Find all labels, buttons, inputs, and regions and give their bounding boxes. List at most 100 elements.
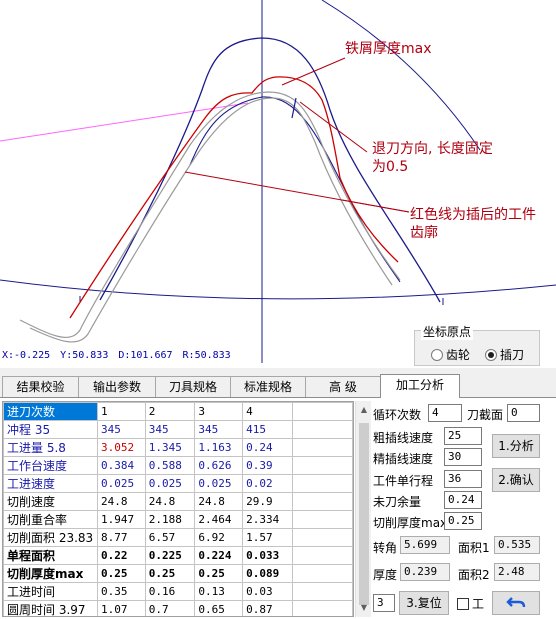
row-header[interactable]: 圆周时间 3.97 [3, 600, 98, 616]
table-row[interactable]: 工作台速度 0.384 0.588 0.626 0.39 [3, 456, 353, 475]
table-cell[interactable]: 0.25 [144, 564, 196, 583]
row-header[interactable]: 工进量 5.8 [3, 438, 98, 457]
table-cell[interactable]: 0.224 [194, 546, 244, 565]
table-cell[interactable]: 0.22 [96, 546, 146, 565]
table-cell[interactable]: 0.02 [242, 474, 293, 493]
table-cell[interactable]: 0.25 [194, 564, 244, 583]
rough-speed-field[interactable]: 25 [444, 427, 482, 445]
table-cell-empty[interactable] [291, 438, 353, 457]
table-cell-empty[interactable] [291, 582, 353, 601]
confirm-button[interactable]: 2.确认 [492, 468, 540, 492]
table-cell-empty[interactable] [291, 528, 353, 547]
table-row[interactable]: 冲程 35 345 345 345 415 [3, 420, 353, 439]
table-cell[interactable]: 3.052 [96, 438, 146, 457]
table-cell[interactable]: 345 [194, 420, 244, 439]
table-cell[interactable]: 8.77 [96, 528, 146, 547]
gong-checkbox[interactable]: 工 [457, 595, 484, 612]
scroll-thumb[interactable] [359, 423, 369, 605]
table-cell[interactable]: 0.35 [96, 582, 146, 601]
radio-gear-dot[interactable] [431, 348, 443, 361]
table-cell[interactable]: 1.07 [96, 600, 146, 616]
cycle-count-field[interactable]: 4 [428, 404, 462, 422]
table-cell-empty[interactable] [291, 564, 353, 583]
table-cell[interactable]: 345 [144, 420, 196, 439]
table-cell[interactable]: 0.7 [144, 600, 196, 616]
table-cell[interactable]: 0.089 [242, 564, 293, 583]
table-cell[interactable]: 1.57 [242, 528, 293, 547]
table-row[interactable]: 切削厚度max 0.25 0.25 0.25 0.089 [3, 564, 353, 583]
table-cell[interactable]: 29.9 [242, 492, 293, 511]
table-row[interactable]: 工进量 5.8 3.052 1.345 1.163 0.24 [3, 438, 353, 457]
table-row[interactable]: 工进时间 0.35 0.16 0.13 0.03 [3, 582, 353, 601]
reset-count-field[interactable]: 3 [373, 594, 395, 612]
table-cell[interactable]: 415 [242, 420, 293, 439]
table-cell-empty[interactable] [291, 510, 353, 529]
table-cell[interactable]: 2.188 [144, 510, 196, 529]
table-cell[interactable]: 6.57 [144, 528, 196, 547]
table-cell[interactable]: 0.65 [194, 600, 244, 616]
table-cell-empty[interactable] [291, 492, 353, 511]
table-cell[interactable]: 0.225 [144, 546, 196, 565]
table-cell[interactable]: 0.025 [194, 474, 244, 493]
scroll-up-icon[interactable]: ▲ [357, 403, 371, 417]
table-row[interactable]: 圆周时间 3.97 1.07 0.7 0.65 0.87 [3, 600, 353, 616]
row-header[interactable]: 切削重合率 [3, 510, 98, 529]
table-row[interactable]: 切削重合率 1.947 2.188 2.464 2.334 [3, 510, 353, 529]
table-cell-empty[interactable] [291, 456, 353, 475]
row-header[interactable]: 单程面积 [3, 546, 98, 565]
table-cell[interactable]: 0.24 [242, 438, 293, 457]
row-header[interactable]: 切削面积 23.83 [3, 528, 98, 547]
tab-output-params[interactable]: 输出参数 [78, 376, 156, 397]
table-row[interactable]: 切削速度 24.8 24.8 24.8 29.9 [3, 492, 353, 511]
reset-button[interactable]: 3.复位 [399, 591, 449, 615]
table-row[interactable]: 单程面积 0.22 0.225 0.224 0.033 [3, 546, 353, 565]
tab-standard-spec[interactable]: 标准规格 [230, 376, 306, 397]
table-cell[interactable]: 0.13 [194, 582, 244, 601]
cutter-section-field[interactable]: 0 [507, 404, 540, 422]
row-header[interactable]: 工进速度 [3, 474, 98, 493]
scroll-down-icon[interactable]: ▼ [357, 601, 371, 615]
table-cell[interactable]: 1 [96, 402, 146, 421]
remaining-allowance-field[interactable]: 0.24 [444, 491, 482, 509]
table-cell[interactable]: 1.345 [144, 438, 196, 457]
grid-vertical-scrollbar[interactable]: ▲ ▼ [355, 401, 371, 617]
tab-advanced[interactable]: 高 级 [305, 376, 381, 397]
table-cell[interactable]: 0.39 [242, 456, 293, 475]
row-header[interactable]: 切削速度 [3, 492, 98, 511]
table-cell-empty[interactable] [291, 402, 353, 421]
fine-speed-field[interactable]: 30 [444, 448, 482, 466]
row-header[interactable]: 冲程 35 [3, 420, 98, 439]
table-cell[interactable]: 0.033 [242, 546, 293, 565]
profile-canvas[interactable]: 铁屑厚度max 退刀方向, 长度固定 为0.5 红色线为插后的工件 齿廓 X:-… [0, 0, 556, 368]
max-thickness-field[interactable]: 0.25 [444, 512, 482, 530]
table-cell[interactable]: 0.87 [242, 600, 293, 616]
table-cell[interactable]: 345 [96, 420, 146, 439]
table-cell[interactable]: 0.588 [144, 456, 196, 475]
table-cell[interactable]: 2.334 [242, 510, 293, 529]
tab-machining-analysis[interactable]: 加工分析 [380, 374, 460, 398]
table-cell[interactable]: 1.947 [96, 510, 146, 529]
table-cell-empty[interactable] [291, 474, 353, 493]
radio-gear[interactable]: 齿轮 [431, 346, 470, 363]
table-cell[interactable]: 24.8 [144, 492, 196, 511]
table-cell[interactable]: 0.025 [144, 474, 196, 493]
table-cell-empty[interactable] [291, 420, 353, 439]
row-header[interactable]: 工进时间 [3, 582, 98, 601]
table-cell-empty[interactable] [291, 546, 353, 565]
gong-checkbox-box[interactable] [457, 597, 469, 610]
radio-cutter-dot[interactable] [485, 348, 497, 361]
table-row[interactable]: 工进速度 0.025 0.025 0.025 0.02 [3, 474, 353, 493]
table-cell[interactable]: 0.025 [96, 474, 146, 493]
table-cell[interactable]: 2 [144, 402, 196, 421]
table-row[interactable]: 切削面积 23.83 8.77 6.57 6.92 1.57 [3, 528, 353, 547]
tab-tool-spec[interactable]: 刀具规格 [155, 376, 231, 397]
table-cell-empty[interactable] [291, 600, 353, 616]
table-cell[interactable]: 2.464 [194, 510, 244, 529]
table-cell[interactable]: 0.626 [194, 456, 244, 475]
table-row[interactable]: 进刀次数 1 2 3 4 [3, 402, 353, 421]
row-header[interactable]: 工作台速度 [3, 456, 98, 475]
row-header[interactable]: 切削厚度max [3, 564, 98, 583]
table-cell[interactable]: 24.8 [96, 492, 146, 511]
analysis-grid[interactable]: 进刀次数 1 2 3 4 冲程 35 345 345 345 415 工进量 5.8 3.052 1.3… [2, 401, 354, 617]
table-cell[interactable]: 0.03 [242, 582, 293, 601]
